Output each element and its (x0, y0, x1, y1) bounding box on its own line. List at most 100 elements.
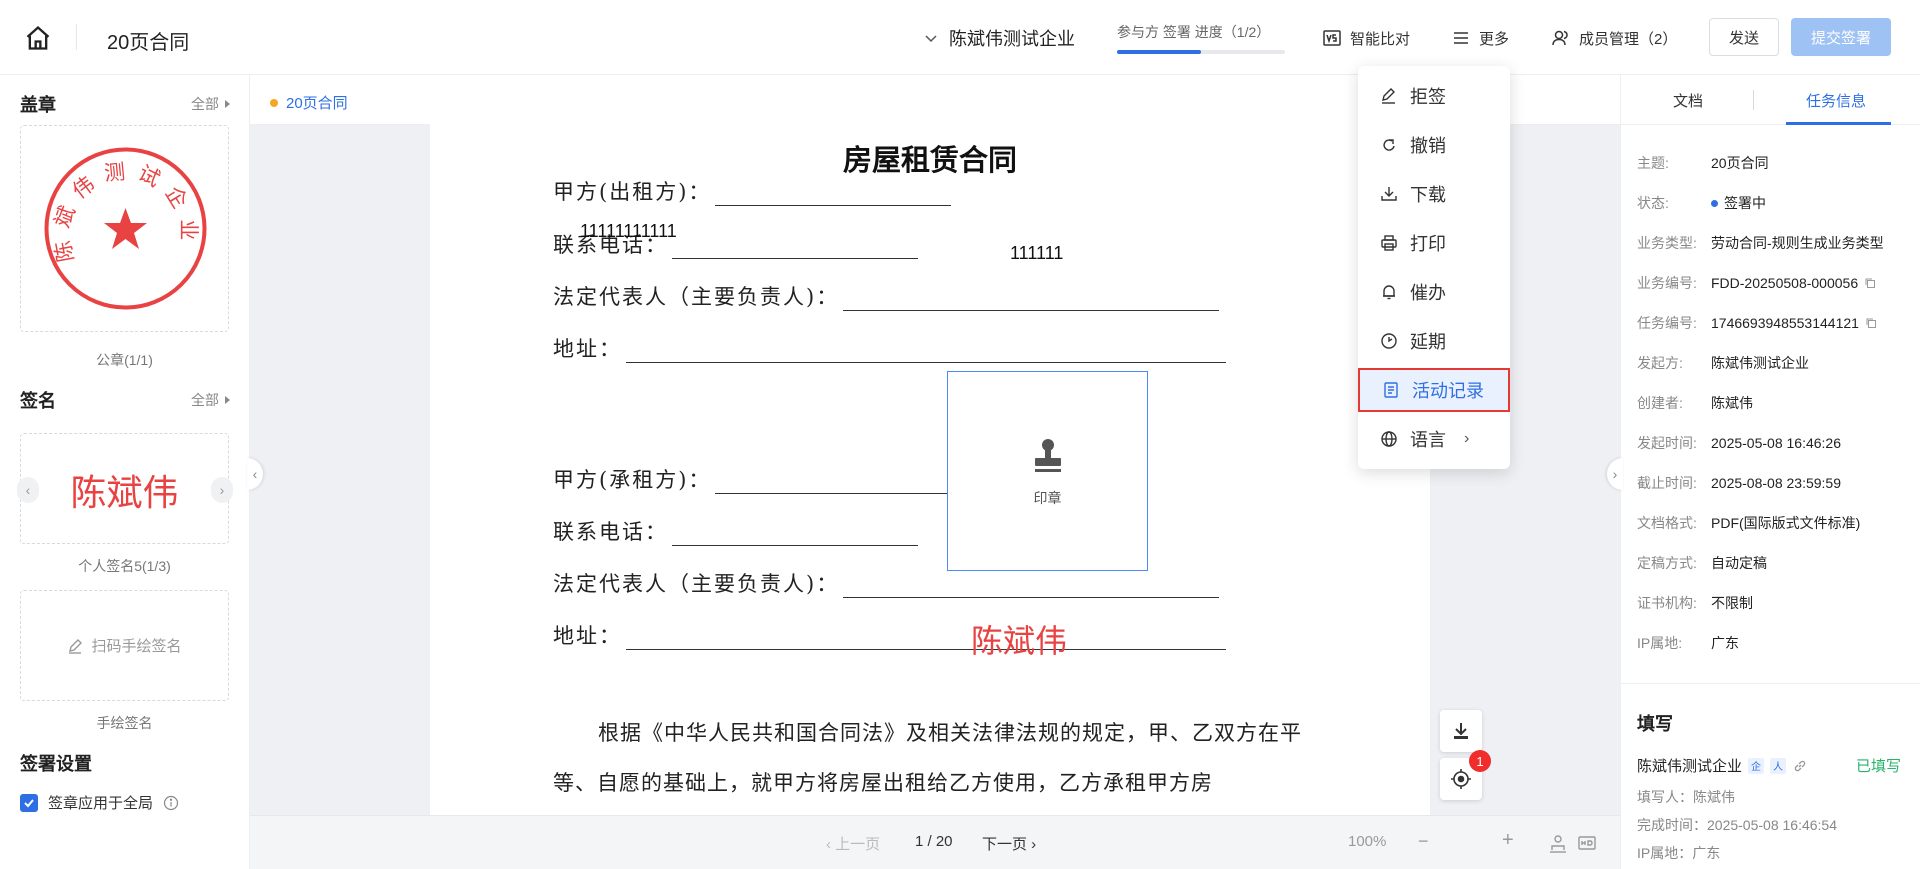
menu-label: 拒签 (1410, 87, 1446, 107)
menu-item-extend[interactable]: 延期 (1358, 321, 1510, 361)
menu-item-language[interactable]: 语言 › (1358, 419, 1510, 459)
ip-location: IP属地：广东 (1637, 845, 1721, 861)
contract-line: 甲方(出租方)： (553, 176, 952, 206)
copy-icon[interactable] (1864, 277, 1876, 289)
zoom-out-button[interactable]: − (1418, 831, 1429, 852)
info-row-subject: 主题: 20页合同 (1637, 155, 1769, 171)
status-dot (1711, 199, 1718, 207)
tab-task-info[interactable]: 任务信息 (1806, 90, 1866, 111)
tab-separator (1753, 90, 1754, 110)
seal-placeholder[interactable]: 印章 (947, 371, 1148, 571)
document-tab[interactable]: 20页合同 (270, 92, 348, 113)
caret-right-icon (225, 396, 230, 404)
seal-placeholder-label: 印章 (1033, 490, 1062, 506)
info-row-task-no: 任务编号: 1746693948553144121 (1637, 313, 1877, 333)
info-row-creator: 创建者: 陈斌伟 (1637, 395, 1753, 411)
right-tabs: 文档 任务信息 (1621, 75, 1920, 125)
menu-item-revoke[interactable]: 撤销 (1358, 125, 1510, 165)
info-row-format: 文档格式: PDF(国际版式文件标准) (1637, 515, 1861, 531)
menu-item-print[interactable]: 打印 (1358, 223, 1510, 263)
clock-icon (1381, 333, 1397, 349)
info-icon[interactable] (163, 795, 179, 811)
submit-sign-button[interactable]: 提交签署 (1791, 18, 1891, 56)
status-dot (270, 98, 278, 107)
menu-label: 催办 (1410, 283, 1446, 303)
progress-track (1117, 50, 1285, 54)
signature-section-header: 签名 全部 (20, 387, 230, 413)
left-panel: 盖章 全部 陈斌伟测试企业 公章(1/1) 签名 全部 ‹ 陈斌伟 › 个人签名… (0, 75, 250, 869)
filled-phone-field[interactable]: 11111111111 (580, 221, 677, 242)
handwrite-signature-card[interactable]: 扫码手绘签名 (20, 590, 229, 701)
seal-card[interactable]: 陈斌伟测试企业 (20, 125, 229, 332)
divider (1621, 683, 1920, 684)
member-management-button[interactable]: 成员管理（2） (1551, 26, 1677, 50)
progress-fill (1117, 50, 1201, 54)
document-heading: 房屋租赁合同 (842, 143, 1017, 177)
document-icon (1384, 382, 1398, 398)
info-row-status: 状态: 签署中 (1637, 195, 1766, 211)
company-seal-icon: 陈斌伟测试企业 (44, 147, 207, 310)
menu-item-download[interactable]: 下载 (1358, 174, 1510, 214)
contract-line: 法定代表人（主要负责人)： (553, 281, 1220, 311)
hd-icon[interactable] (1577, 833, 1597, 853)
locate-icon (1451, 769, 1471, 789)
copy-icon[interactable] (1865, 317, 1877, 329)
info-row-biz-type: 业务类型: 劳动合同-规则生成业务类型 (1637, 235, 1884, 251)
fit-width-icon[interactable] (1548, 833, 1568, 853)
company-name: 陈斌伟测试企业 (949, 29, 1075, 49)
signature-preview: 陈斌伟 (70, 473, 179, 514)
top-bar: 20页合同 陈斌伟测试企业 参与方 签署 进度（1/2） 智能比对 更多 成员管… (0, 0, 1920, 75)
all-label: 全部 (191, 392, 219, 408)
finish-time: 完成时间：2025-05-08 16:46:54 (1637, 817, 1837, 833)
zoom-in-button[interactable]: + (1502, 829, 1514, 852)
next-page-button[interactable]: 下一页 › (982, 833, 1036, 854)
link-icon[interactable] (1792, 758, 1808, 774)
apply-global-checkbox[interactable] (20, 793, 38, 812)
page-indicator: 1 / 20 (915, 833, 953, 850)
document-page[interactable]: 房屋租赁合同 甲方(出租方)： 联系电话： 法定代表人（主要负责人)： 地址： … (430, 123, 1430, 823)
stamp-icon (1035, 439, 1061, 472)
placed-signature[interactable]: 陈斌伟 (971, 616, 1067, 662)
menu-item-remind[interactable]: 催办 (1358, 272, 1510, 312)
person-icon: 人 (1770, 757, 1787, 774)
printer-icon (1381, 235, 1397, 251)
menu-item-activity-log[interactable]: 活动记录 (1358, 368, 1510, 412)
tab-document[interactable]: 文档 (1673, 90, 1703, 111)
right-panel: 文档 任务信息 主题: 20页合同 状态: 签署中 业务类型: 劳动合同-规则生成业务… (1620, 75, 1920, 869)
chevron-right-icon[interactable]: › (211, 477, 233, 503)
download-icon (1381, 187, 1397, 201)
seal-all-link[interactable]: 全部 (191, 94, 230, 114)
previous-page-button[interactable]: ‹ 上一页 (826, 833, 880, 854)
chevron-down-icon (925, 35, 937, 43)
zoom-level: 100% (1348, 833, 1387, 850)
filled-status: 已填写 (1856, 758, 1902, 775)
send-button[interactable]: 发送 (1709, 18, 1779, 56)
compare-icon (1323, 30, 1341, 46)
info-row-initiator: 发起方: 陈斌伟测试企业 (1637, 355, 1809, 371)
signature-all-link[interactable]: 全部 (191, 390, 230, 410)
home-icon[interactable] (24, 24, 52, 52)
more-button[interactable]: 更多 (1451, 26, 1509, 50)
smart-compare-button[interactable]: 智能比对 (1322, 26, 1410, 50)
filler-name: 填写人：陈斌伟 (1637, 789, 1735, 805)
download-float-button[interactable] (1440, 710, 1482, 752)
check-icon (24, 798, 34, 807)
progress-text: 参与方 签署 进度（1/2） (1117, 24, 1271, 40)
fill-company: 陈斌伟测试企业 (1637, 758, 1743, 775)
seal-section-header: 盖章 全部 (20, 91, 230, 117)
menu-icon (1454, 32, 1468, 44)
filled-text-field[interactable]: 111111 (1010, 243, 1063, 264)
info-row-start-time: 发起时间: 2025-05-08 16:46:26 (1637, 435, 1841, 451)
notification-badge: 1 (1469, 750, 1491, 772)
pager-bar: ‹ 上一页 1 / 20 下一页 › − 100% + (250, 815, 1620, 869)
menu-item-reject[interactable]: 拒签 (1358, 76, 1510, 116)
bell-icon (1383, 285, 1395, 300)
signature-card[interactable]: ‹ 陈斌伟 › (17, 433, 233, 544)
users-icon (1552, 30, 1568, 46)
signing-progress: 参与方 签署 进度（1/2） (1117, 22, 1285, 54)
menu-label: 打印 (1410, 234, 1446, 254)
seal-caption: 公章(1/1) (96, 352, 153, 368)
info-row-deadline: 截止时间: 2025-08-08 23:59:59 (1637, 475, 1841, 491)
menu-label: 语言 (1410, 430, 1446, 450)
company-selector[interactable]: 陈斌伟测试企业 (923, 26, 1075, 50)
